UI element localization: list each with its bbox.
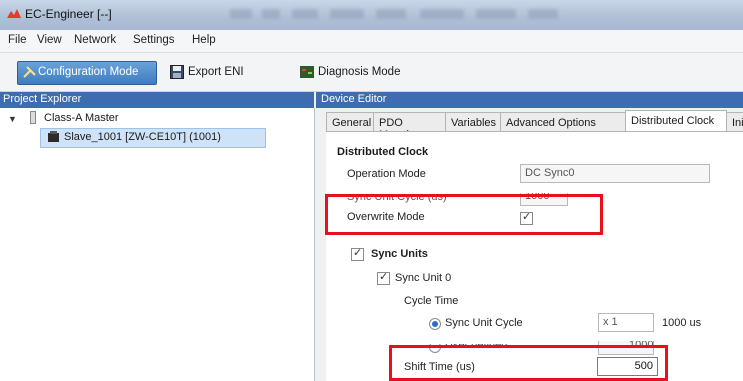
blurred-menu-1 [230, 9, 252, 19]
blurred-menu-8 [528, 9, 558, 19]
operation-mode-label: Operation Mode [347, 168, 426, 180]
menu-bar: File View Network Settings Help [0, 30, 743, 53]
sync-unit-cycle-radio-label: Sync Unit Cycle [445, 317, 523, 329]
tab-pdo-mapping[interactable]: PDO Mapping [373, 112, 446, 141]
menu-settings[interactable]: Settings [133, 34, 175, 46]
tab-init-commands[interactable]: Ini [726, 112, 743, 132]
master-device-icon [30, 111, 36, 124]
project-explorer-title: Project Explorer [3, 93, 82, 105]
tab-distributed-clock-label: Distributed Clock [631, 115, 715, 127]
operation-mode-select[interactable]: DC Sync0 [520, 164, 710, 183]
tab-distributed-clock[interactable]: Distributed Clock [625, 110, 727, 133]
wrench-icon [23, 66, 36, 78]
app-logo-icon [7, 9, 21, 18]
tab-advanced-options-label: Advanced Options [506, 117, 596, 129]
sync-units-label: Sync Units [371, 248, 428, 260]
diagnosis-icon[interactable] [300, 66, 314, 78]
tab-general-label: General [332, 117, 372, 129]
export-eni-button[interactable]: Export ENI [188, 66, 244, 78]
tree-item-slave-label: Slave_1001 [ZW-CE10T] (1001) [64, 131, 221, 143]
window-title: EC-Engineer [--] [25, 7, 112, 21]
sync-unit-0-label: Sync Unit 0 [395, 272, 452, 284]
menu-network[interactable]: Network [74, 34, 116, 46]
tree-item-master[interactable]: Class-A Master [44, 112, 119, 124]
highlight-box-overwrite [325, 194, 603, 235]
diagnosis-mode-button[interactable]: Diagnosis Mode [318, 66, 400, 78]
cycle-result-text: 1000 us [662, 317, 702, 329]
menu-view[interactable]: View [37, 34, 62, 46]
tab-variables[interactable]: Variables [445, 112, 501, 132]
device-editor-title: Device Editor [321, 93, 387, 105]
tab-advanced-options[interactable]: Advanced Options [500, 112, 626, 132]
blurred-menu-5 [376, 9, 406, 19]
menu-file[interactable]: File [8, 34, 27, 46]
tab-variables-label: Variables [451, 117, 497, 129]
tree-expand-icon[interactable]: ▼ [8, 114, 17, 124]
sync-units-checkbox[interactable] [351, 246, 364, 261]
slave-device-icon [48, 131, 59, 142]
sync-unit-0-checkbox[interactable] [377, 270, 390, 285]
cycle-multiplier-value: x 1 [603, 316, 618, 328]
section-title: Distributed Clock [337, 146, 429, 158]
blurred-menu-3 [292, 9, 318, 19]
tab-general[interactable]: General [326, 112, 374, 132]
tab-init-label: Ini [732, 117, 743, 129]
configuration-mode-button[interactable]: Configuration Mode [17, 61, 157, 85]
device-editor-header: Device Editor [316, 92, 743, 108]
blurred-menu-4 [330, 9, 364, 19]
cycle-time-label: Cycle Time [404, 295, 459, 307]
save-disk-icon[interactable] [170, 65, 184, 79]
operation-mode-value: DC Sync0 [525, 167, 575, 179]
sync-unit-cycle-radio[interactable] [429, 318, 441, 330]
menu-help[interactable]: Help [192, 34, 216, 46]
project-explorer-header: Project Explorer [0, 92, 314, 108]
cycle-multiplier-select[interactable]: x 1 [598, 313, 654, 332]
highlight-box-shift-time [389, 345, 668, 381]
blurred-menu-7 [476, 9, 516, 19]
configuration-mode-label: Configuration Mode [38, 66, 139, 78]
project-explorer-panel [0, 108, 315, 381]
blurred-menu-6 [420, 9, 464, 19]
blurred-menu-2 [262, 9, 280, 19]
